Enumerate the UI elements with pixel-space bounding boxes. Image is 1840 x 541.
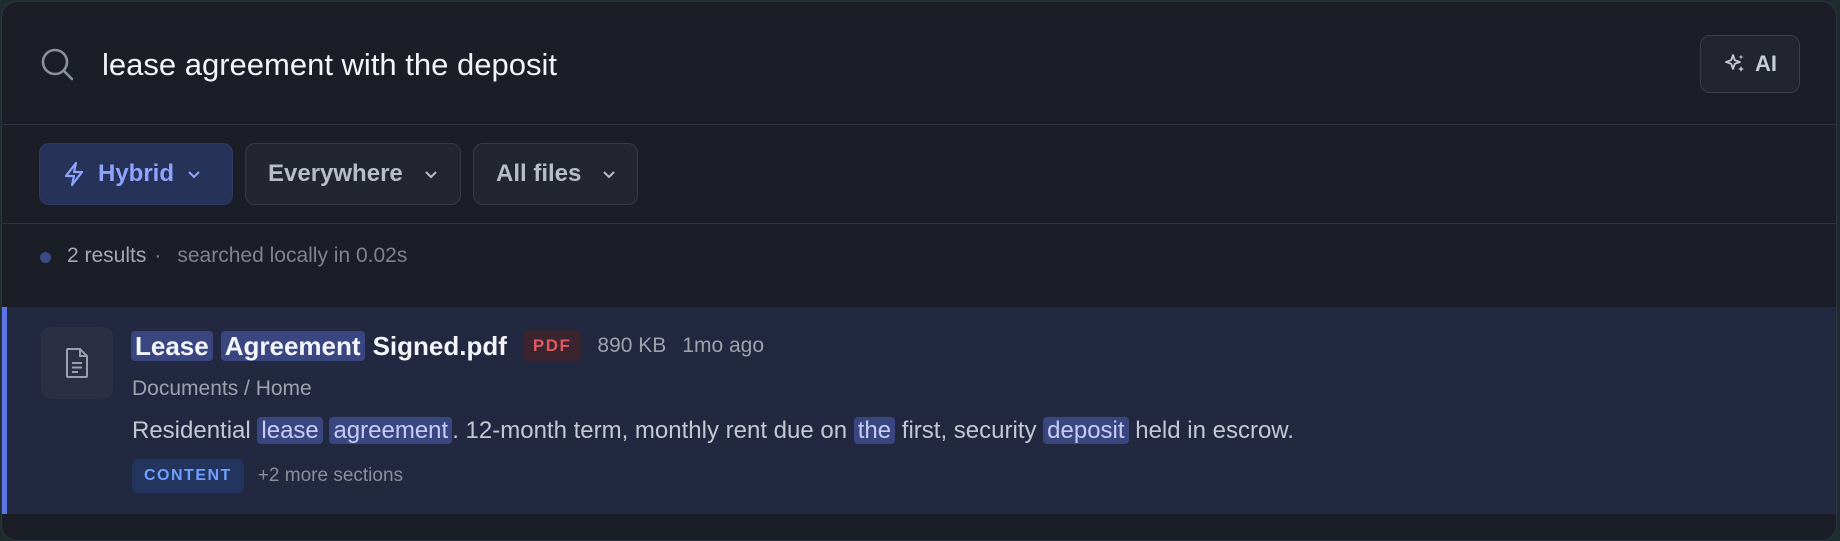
search-bar: AI [2,2,1836,125]
snippet-highlight: deposit [1043,417,1129,444]
filter-bar: Hybrid Everywhere All files [2,125,1836,224]
search-icon [41,48,74,81]
search-input[interactable] [102,40,1402,90]
file-thumbnail [41,327,113,399]
file-type-badge: PDF [522,330,582,362]
snippet-highlight: agreement [329,417,453,444]
snippet-highlight: lease [257,417,323,444]
more-sections-link[interactable]: +2 more sections [258,465,403,487]
search-timing: searched locally in 0.02s [177,244,408,267]
results-status: 2 results · searched locally in 0.02s [2,224,1836,306]
title-rest: Signed.pdf [372,330,507,361]
sparkles-icon [1725,54,1744,72]
file-size: 890 KB [597,334,667,357]
ai-button-label: AI [1755,51,1777,76]
search-mode-dropdown[interactable]: Hybrid [39,143,233,205]
result-snippet: Residential lease agreement. 12-month te… [132,417,1294,445]
file-path: Documents / Home [132,377,312,400]
chevron-down-icon [425,171,437,179]
result-title[interactable]: Lease Agreement Signed.pdf [131,330,507,362]
result-title-row: Lease Agreement Signed.pdf PDF 890 KB 1mo … [131,329,764,363]
snippet-text: . 12-month term, monthly rent due on [452,417,848,444]
lightning-icon [64,161,84,187]
title-highlight: Lease [131,330,213,361]
chevron-down-icon [188,171,200,179]
chevron-down-icon [603,171,616,179]
section-badge: CONTENT [132,459,244,493]
result-count: 2 results [67,244,147,267]
search-mode-label: Hybrid [98,160,175,187]
title-highlight: Agreement [220,330,365,361]
match-sections: CONTENT +2 more sections [132,459,403,493]
ai-button[interactable]: AI [1700,35,1800,93]
document-icon [66,348,88,378]
modified-time: 1mo ago [682,334,765,357]
snippet-highlight: the [853,417,896,444]
scope-label: Everywhere [268,160,403,187]
search-panel: AI Hybrid Everywhere All files [1,1,1837,541]
snippet-text: first, security [901,417,1037,444]
snippet-text: held in escrow. [1135,417,1294,444]
result-item[interactable]: Lease Agreement Signed.pdf PDF 890 KB 1mo … [2,307,1836,514]
file-type-label: All files [496,160,582,187]
file-type-dropdown[interactable]: All files [473,143,638,205]
scope-dropdown[interactable]: Everywhere [245,143,461,205]
snippet-text: Residential [132,417,251,444]
status-dot [40,251,51,263]
status-separator: · [154,244,162,267]
